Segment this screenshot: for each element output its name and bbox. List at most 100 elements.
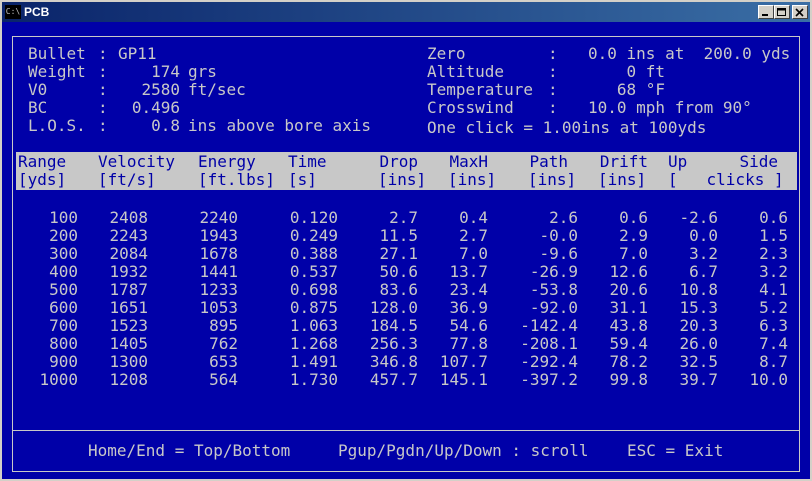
table-cell: 36.9 xyxy=(449,298,488,317)
console-icon[interactable]: C:\ xyxy=(5,5,21,19)
table-cell: 0.6 xyxy=(759,208,788,227)
table-cell: 1.268 xyxy=(289,334,338,353)
column-unit: [s] xyxy=(288,170,317,189)
table-cell: 762 xyxy=(209,334,238,353)
footer-home-end: Home/End = Top/Bottom xyxy=(88,441,291,460)
table-cell: 900 xyxy=(49,352,78,371)
env-label: Temperature xyxy=(427,80,533,99)
env-label: Altitude xyxy=(427,62,505,81)
table-cell: 0.6 xyxy=(619,208,648,227)
table-cell: -397.2 xyxy=(520,370,578,389)
footer-divider xyxy=(12,430,800,431)
table-cell: 99.8 xyxy=(609,370,648,389)
table-cell: -53.8 xyxy=(529,280,578,299)
table-cell: 11.5 xyxy=(379,226,418,245)
table-cell: 600 xyxy=(49,298,78,317)
table-cell: 0.0 xyxy=(689,226,718,245)
column-unit: [ins] xyxy=(448,170,497,189)
table-cell: 1233 xyxy=(199,280,238,299)
table-cell: 7.0 xyxy=(459,244,488,263)
table-cell: 39.7 xyxy=(679,370,718,389)
table-cell: 7.0 xyxy=(619,244,648,263)
table-cell: 700 xyxy=(49,316,78,335)
table-cell: 10.8 xyxy=(679,280,718,299)
table-cell: 31.1 xyxy=(609,298,648,317)
table-cell: 2.7 xyxy=(459,226,488,245)
table-cell: 27.1 xyxy=(379,244,418,263)
info-label: L.O.S. xyxy=(28,116,86,135)
table-cell: 1.730 xyxy=(289,370,338,389)
table-cell: 256.3 xyxy=(369,334,418,353)
column-header: Time xyxy=(288,152,327,171)
env-value: 10.0 mph from 90° xyxy=(588,98,752,117)
close-icon xyxy=(795,8,804,17)
column-header: Drop xyxy=(379,152,418,171)
table-cell: 4.1 xyxy=(759,280,788,299)
info-unit: ins above bore axis xyxy=(188,116,372,135)
table-cell: 1053 xyxy=(199,298,238,317)
column-unit-clicks: [ clicks ] xyxy=(668,170,784,189)
table-cell: 1523 xyxy=(109,316,148,335)
table-cell: 400 xyxy=(49,262,78,281)
table-cell: 13.7 xyxy=(449,262,488,281)
column-header: Path xyxy=(529,152,568,171)
table-cell: 1000 xyxy=(39,370,78,389)
table-cell: 2408 xyxy=(109,208,148,227)
title-bar[interactable]: C:\ PCB xyxy=(2,2,810,22)
table-cell: 23.4 xyxy=(449,280,488,299)
minimize-icon xyxy=(762,14,768,16)
table-cell: 457.7 xyxy=(369,370,418,389)
column-unit: [ins] xyxy=(528,170,577,189)
table-cell: 32.5 xyxy=(679,352,718,371)
column-header: Up xyxy=(668,152,688,171)
table-cell: 6.3 xyxy=(759,316,788,335)
table-cell: 1678 xyxy=(199,244,238,263)
env-label: Zero xyxy=(427,44,466,63)
console-window: C:\ PCB Bullet: GP11 Weight: 174 grs V0: 2580 f… xyxy=(0,0,812,481)
info-value: GP11 xyxy=(118,44,157,63)
table-cell: 2.6 xyxy=(549,208,578,227)
column-unit: [ins] xyxy=(378,170,427,189)
table-cell: -2.6 xyxy=(679,208,718,227)
table-cell: 3.2 xyxy=(759,262,788,281)
env-label: Crosswind xyxy=(427,98,514,117)
footer-scroll: Pgup/Pgdn/Up/Down : scroll xyxy=(338,441,589,460)
table-cell: 200 xyxy=(49,226,78,245)
close-button[interactable] xyxy=(792,5,808,19)
table-cell: 1405 xyxy=(109,334,148,353)
table-cell: 7.4 xyxy=(759,334,788,353)
table-cell: -0.0 xyxy=(539,226,578,245)
column-unit: [ins] xyxy=(598,170,647,189)
table-cell: 653 xyxy=(209,352,238,371)
env-value: 0.0 ins at 200.0 yds xyxy=(588,44,791,63)
info-unit: grs xyxy=(188,62,217,81)
table-cell: 300 xyxy=(49,244,78,263)
env-separator: : xyxy=(548,98,558,117)
env-separator: : xyxy=(548,62,558,81)
info-label: Weight xyxy=(28,62,86,81)
info-value: 0.8 xyxy=(151,116,180,135)
minimize-button[interactable] xyxy=(758,5,774,19)
table-cell: 145.1 xyxy=(439,370,488,389)
table-cell: 2084 xyxy=(109,244,148,263)
table-cell: 1208 xyxy=(109,370,148,389)
click-info: One click = 1.00ins at 100yds xyxy=(427,118,707,137)
info-separator: : xyxy=(98,44,108,63)
table-cell: 50.6 xyxy=(379,262,418,281)
table-cell: 15.3 xyxy=(679,298,718,317)
table-cell: 0.120 xyxy=(289,208,338,227)
info-value: 2580 xyxy=(141,80,180,99)
table-cell: 0.698 xyxy=(289,280,338,299)
maximize-button[interactable] xyxy=(774,5,790,19)
table-cell: 43.8 xyxy=(609,316,648,335)
table-cell: 3.2 xyxy=(689,244,718,263)
table-cell: 1.063 xyxy=(289,316,338,335)
table-cell: 1932 xyxy=(109,262,148,281)
table-cell: 184.5 xyxy=(369,316,418,335)
column-unit: [yds] xyxy=(18,170,67,189)
table-cell: 1651 xyxy=(109,298,148,317)
table-cell: 128.0 xyxy=(369,298,418,317)
info-label: V0 xyxy=(28,80,48,99)
table-cell: 20.6 xyxy=(609,280,648,299)
env-value: 68 °F xyxy=(588,80,666,99)
